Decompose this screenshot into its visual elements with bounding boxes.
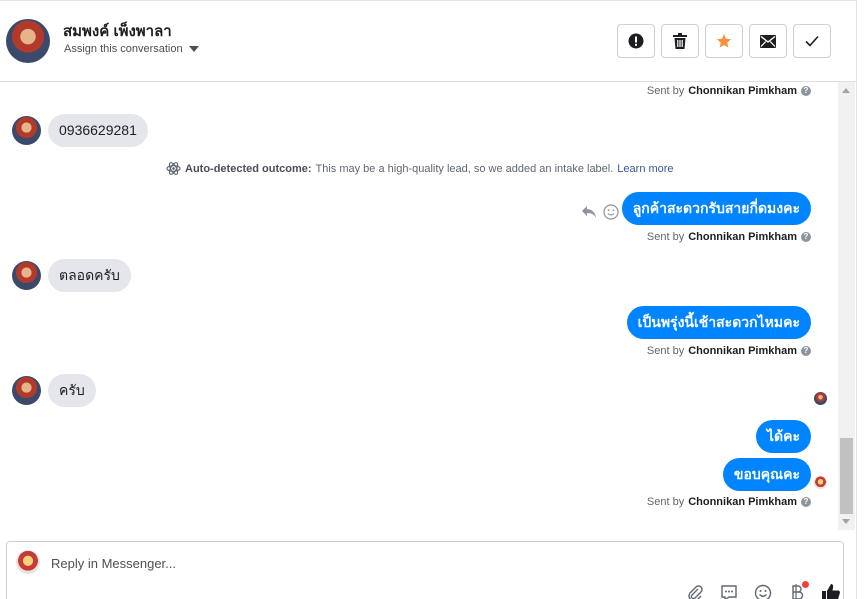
outcome-text: This may be a high-quality lead, so we a… bbox=[315, 162, 614, 175]
like-button[interactable] bbox=[821, 583, 841, 599]
help-icon[interactable]: ? bbox=[801, 346, 811, 356]
scroll-down-arrow-icon[interactable] bbox=[842, 519, 850, 524]
reply-composer bbox=[6, 541, 844, 599]
header-top-border bbox=[0, 0, 856, 3]
sent-by-name: Chonnikan Pimkham bbox=[688, 85, 797, 97]
scrollbar-thumb[interactable] bbox=[840, 438, 853, 514]
sent-by-name: Chonnikan Pimkham bbox=[688, 231, 797, 243]
emoji-button[interactable] bbox=[753, 583, 773, 599]
conversation-window: สมพงค์ เพ็งพาลา Assign this conversation bbox=[0, 0, 866, 599]
message-scrollbar[interactable] bbox=[838, 82, 855, 530]
composer-tools bbox=[685, 581, 841, 599]
saved-reply-icon bbox=[721, 585, 737, 599]
attach-button[interactable] bbox=[685, 583, 705, 599]
panel-edge bbox=[856, 0, 866, 599]
star-button[interactable] bbox=[705, 24, 743, 58]
paperclip-icon bbox=[688, 585, 703, 599]
contact-avatar[interactable] bbox=[6, 19, 50, 63]
outgoing-message[interactable]: เป็นพรุ่งนี้เช้าสะดวกไหมคะ bbox=[626, 306, 811, 339]
incoming-message[interactable]: ครับ bbox=[48, 374, 96, 407]
contact-name[interactable]: สมพงค์ เพ็งพาลา bbox=[63, 19, 172, 43]
sent-by-name: Chonnikan Pimkham bbox=[688, 496, 797, 508]
reply-input[interactable] bbox=[51, 552, 651, 574]
sent-by-label: Sent by Chonnikan Pimkham ? bbox=[647, 231, 811, 243]
mark-unread-button[interactable] bbox=[749, 24, 787, 58]
envelope-icon bbox=[760, 34, 776, 48]
contact-avatar-small bbox=[12, 261, 41, 290]
sent-by-prefix: Sent by bbox=[646, 496, 685, 508]
outgoing-message[interactable]: ลูกค้าสะดวกรับสายกี่ดมงคะ bbox=[621, 192, 811, 225]
react-emoji-icon[interactable] bbox=[603, 204, 619, 220]
assign-conversation-dropdown[interactable]: Assign this conversation bbox=[64, 43, 199, 55]
caret-down-icon bbox=[188, 46, 199, 52]
help-icon[interactable]: ? bbox=[801, 86, 811, 96]
incoming-message-row: ตลอดครับ bbox=[12, 259, 131, 292]
check-icon bbox=[805, 35, 819, 47]
incoming-message-row: 0936629281 bbox=[12, 114, 148, 147]
contact-avatar-small bbox=[12, 116, 41, 145]
contact-avatar-small bbox=[12, 376, 41, 405]
thumbs-up-icon bbox=[822, 584, 840, 599]
auto-detected-outcome: Auto-detected outcome: This may be a hig… bbox=[166, 161, 674, 176]
star-icon bbox=[716, 34, 732, 48]
reply-icon[interactable] bbox=[581, 205, 597, 219]
outcome-label: Auto-detected outcome: bbox=[185, 162, 312, 175]
help-icon[interactable]: ? bbox=[801, 232, 811, 242]
incoming-message[interactable]: 0936629281 bbox=[48, 114, 148, 147]
mark-spam-button[interactable] bbox=[617, 24, 655, 58]
page-avatar bbox=[16, 550, 40, 574]
sent-by-prefix: Sent by bbox=[646, 345, 685, 357]
incoming-message-row: ครับ bbox=[12, 374, 96, 407]
trash-icon bbox=[673, 33, 687, 49]
notification-dot bbox=[802, 581, 809, 588]
assign-label: Assign this conversation bbox=[64, 43, 183, 55]
delete-button[interactable] bbox=[661, 24, 699, 58]
atom-icon bbox=[166, 162, 181, 175]
learn-more-link[interactable]: Learn more bbox=[617, 163, 673, 175]
mark-done-button[interactable] bbox=[793, 24, 831, 58]
conversation-header: สมพงค์ เพ็งพาลา Assign this conversation bbox=[0, 0, 856, 82]
outgoing-message[interactable]: ขอบคุณคะ bbox=[722, 458, 811, 491]
seen-avatar bbox=[814, 392, 827, 405]
sender-avatar-small bbox=[814, 476, 827, 489]
sent-by-prefix: Sent by bbox=[646, 85, 685, 97]
help-icon[interactable]: ? bbox=[801, 497, 811, 507]
spam-icon bbox=[628, 33, 644, 49]
sent-by-label: Sent by Chonnikan Pimkham ? bbox=[647, 496, 811, 508]
scroll-up-arrow-icon[interactable] bbox=[842, 88, 850, 93]
saved-replies-button[interactable] bbox=[719, 583, 739, 599]
incoming-message[interactable]: ตลอดครับ bbox=[48, 259, 131, 292]
sent-by-prefix: Sent by bbox=[646, 231, 685, 243]
outgoing-message[interactable]: ได้คะ bbox=[755, 420, 811, 453]
sent-by-name: Chonnikan Pimkham bbox=[688, 345, 797, 357]
payment-button[interactable] bbox=[787, 581, 809, 599]
sent-by-label: Sent by Chonnikan Pimkham ? bbox=[647, 345, 811, 357]
conversation-actions bbox=[617, 24, 831, 58]
message-tools bbox=[581, 204, 619, 220]
sent-by-label: Sent by Chonnikan Pimkham ? bbox=[647, 85, 811, 97]
emoji-icon bbox=[754, 584, 772, 599]
